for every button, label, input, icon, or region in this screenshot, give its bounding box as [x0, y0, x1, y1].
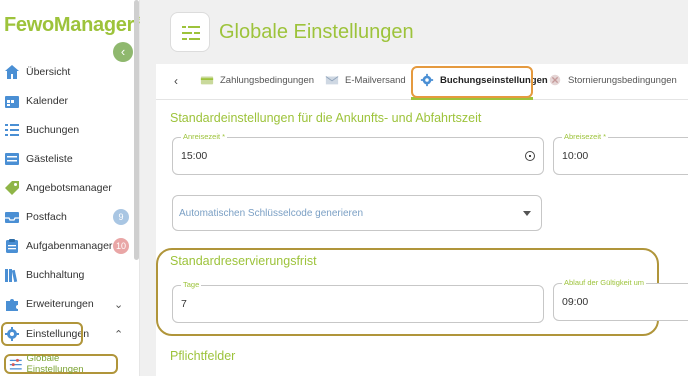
section-title-required: Pflichtfelder [170, 349, 236, 363]
sidebar-item-label: Postfach [26, 211, 67, 223]
home-icon [5, 65, 19, 79]
page-title-icon [170, 12, 210, 52]
sidebar-item-label: Erweiterungen [26, 298, 94, 310]
expiry-time-value: 09:00 [562, 296, 589, 308]
app-window: FewoManager® ‹ Übersicht Kalender Buchun… [0, 0, 688, 376]
books-icon [5, 269, 18, 283]
sidebar-item-uebersicht[interactable]: Übersicht [0, 60, 134, 84]
sidebar-item-angebotsmanager[interactable]: Angebotsmanager [0, 176, 134, 200]
chevron-left-icon[interactable]: ‹ [174, 74, 178, 88]
section-title-reservation: Standardreservierungsfrist [170, 254, 317, 268]
arrival-time-value: 15:00 [181, 150, 208, 162]
payment-icon [200, 76, 214, 85]
sidebar-item-gaesteliste[interactable]: Gästeliste [0, 147, 134, 171]
sidebar: FewoManager® ‹ Übersicht Kalender Buchun… [0, 0, 141, 376]
active-tab-highlight [411, 66, 533, 98]
einstellungen-highlight [1, 322, 83, 346]
guestlist-icon [5, 153, 19, 165]
aufgaben-count-badge: 10 [113, 238, 129, 254]
clipboard-icon [6, 239, 18, 253]
sidebar-item-label: Übersicht [26, 66, 71, 78]
expiry-time-field[interactable]: Ablauf der Gültigkeit um 09:00 [553, 278, 688, 321]
tab-stornierungsbedingungen[interactable]: Stornierungsbedingungen [548, 73, 677, 87]
tab-label: E-Mailversand [345, 74, 406, 86]
sidebar-item-buchhaltung[interactable]: Buchhaltung [0, 263, 134, 287]
sidebar-item-label: Buchungen [26, 124, 80, 136]
sidebar-item-label: Angebotsmanager [26, 182, 112, 194]
clock-icon[interactable] [525, 151, 535, 161]
sidebar-item-erweiterungen[interactable]: Erweiterungen ⌄ [0, 292, 134, 316]
sidebar-item-aufgabenmanager[interactable]: Aufgabenmanager 10 [0, 234, 134, 258]
sliders-icon [9, 358, 22, 370]
sidebar-item-label: Kalender [26, 95, 69, 107]
sidebar-collapse-button[interactable]: ‹ [113, 42, 133, 62]
chevron-up-icon[interactable]: ⌃ [114, 328, 123, 341]
departure-time-label: Abreisezeit * [562, 132, 609, 141]
puzzle-icon [6, 299, 18, 311]
page-title: Globale Einstellungen [219, 21, 414, 43]
inbox-icon [5, 212, 19, 223]
tab-label: Zahlungsbedingungen [220, 74, 315, 86]
tab-e-mailversand[interactable]: E-Mailversand [325, 73, 406, 87]
tag-icon [5, 181, 19, 195]
reservation-days-field[interactable]: Tage 7 [172, 280, 544, 323]
sidebar-item-buchungen[interactable]: Buchungen [0, 118, 134, 142]
brand-logo[interactable]: FewoManager® [4, 14, 141, 37]
sidebar-subitem-globale-einstellungen[interactable]: Globale Einstellungen [4, 353, 118, 375]
cancel-icon [549, 74, 561, 86]
departure-time-field[interactable]: Abreisezeit * 10:00 [553, 132, 688, 175]
reservation-days-value: 7 [181, 298, 187, 310]
sidebar-item-label: Buchhaltung [26, 269, 85, 281]
sidebar-scrollbar[interactable] [134, 0, 139, 260]
mail-icon [325, 76, 339, 85]
arrival-time-label: Anreisezeit * [181, 132, 228, 141]
sidebar-item-postfach[interactable]: Postfach 9 [0, 205, 134, 229]
arrival-time-field[interactable]: Anreisezeit * 15:00 [172, 132, 544, 175]
list-icon [5, 124, 19, 136]
sidebar-subitem-label: Globale Einstellungen [26, 353, 84, 375]
main-content: Globale Einstellungen ‹ Zahlungsbedingun… [140, 0, 688, 376]
sidebar-item-label: Aufgabenmanager [26, 240, 113, 252]
sidebar-item-label: Gästeliste [26, 153, 73, 165]
keycode-select-value: Automatischen Schlüsselcode generieren [179, 208, 363, 219]
tab-bar: ‹ Zahlungsbedingungen E-Mailversand Buch… [156, 64, 688, 100]
dropdown-arrow-icon [523, 211, 531, 216]
reservation-days-label: Tage [181, 280, 202, 289]
sidebar-item-kalender[interactable]: Kalender [0, 89, 134, 113]
sliders-icon [182, 26, 200, 40]
settings-panel: ‹ Zahlungsbedingungen E-Mailversand Buch… [156, 64, 688, 376]
tab-label: Stornierungsbedingungen [568, 74, 677, 86]
keycode-select[interactable]: Automatischen Schlüsselcode generieren [172, 195, 542, 231]
tab-zahlungsbedingungen[interactable]: Zahlungsbedingungen [200, 73, 314, 87]
calendar-icon [5, 96, 19, 108]
departure-time-value: 10:00 [562, 150, 589, 162]
section-title-arrival: Standardeinstellungen für die Ankunfts- … [170, 111, 482, 125]
chevron-down-icon[interactable]: ⌄ [114, 298, 123, 311]
expiry-time-label: Ablauf der Gültigkeit um [562, 278, 647, 287]
postfach-count-badge: 9 [113, 209, 129, 225]
